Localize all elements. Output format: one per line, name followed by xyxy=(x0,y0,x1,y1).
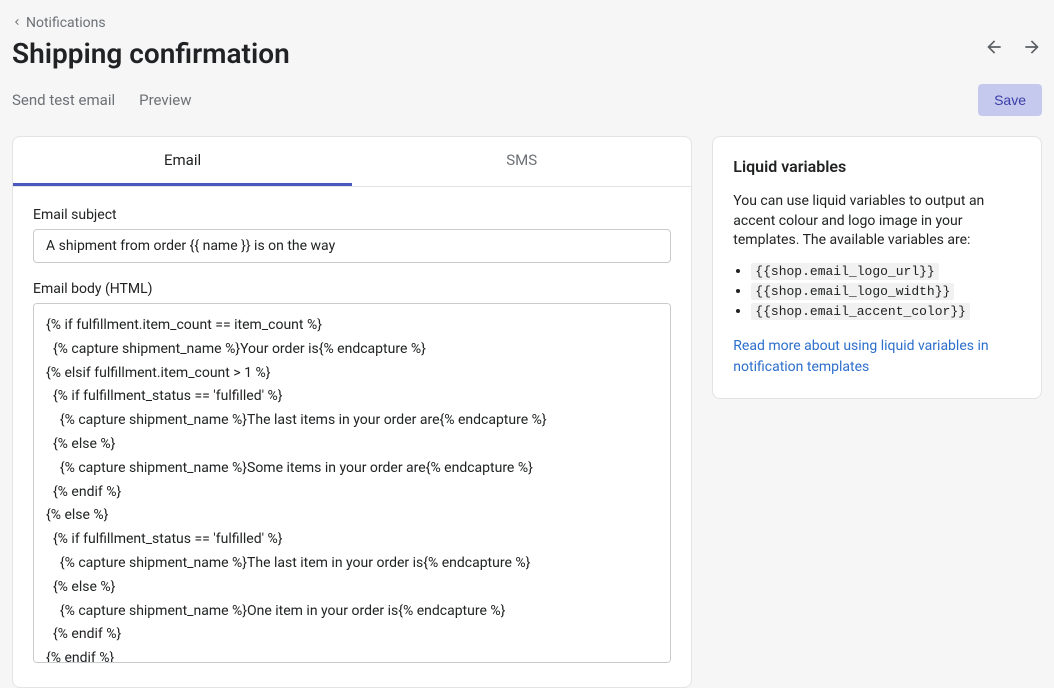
email-body-textarea[interactable] xyxy=(33,303,671,663)
liquid-variable-item: {{shop.email_logo_width}} xyxy=(751,283,1021,299)
page-title: Shipping confirmation xyxy=(12,37,290,70)
template-editor-card: Email SMS Email subject Email body (HTML… xyxy=(12,136,692,688)
preview-button[interactable]: Preview xyxy=(139,91,191,109)
next-arrow-button[interactable] xyxy=(1022,37,1042,61)
email-body-label: Email body (HTML) xyxy=(33,281,671,297)
save-button[interactable]: Save xyxy=(978,84,1042,116)
liquid-variables-title: Liquid variables xyxy=(733,157,1021,176)
liquid-variables-list: {{shop.email_logo_url}} {{shop.email_log… xyxy=(733,263,1021,319)
liquid-variable-item: {{shop.email_accent_color}} xyxy=(751,303,1021,319)
tab-sms[interactable]: SMS xyxy=(352,137,691,186)
email-subject-input[interactable] xyxy=(33,229,671,263)
liquid-variables-card: Liquid variables You can use liquid vari… xyxy=(712,136,1042,399)
breadcrumb[interactable]: Notifications xyxy=(12,15,106,31)
chevron-left-icon xyxy=(12,15,22,31)
prev-arrow-button[interactable] xyxy=(984,37,1004,61)
send-test-email-button[interactable]: Send test email xyxy=(12,91,115,109)
breadcrumb-label: Notifications xyxy=(26,15,106,31)
liquid-variables-learn-more-link[interactable]: Read more about using liquid variables i… xyxy=(733,338,988,376)
tab-email[interactable]: Email xyxy=(13,137,352,186)
email-subject-label: Email subject xyxy=(33,207,671,223)
liquid-variables-desc: You can use liquid variables to output a… xyxy=(733,192,1021,251)
liquid-variable-item: {{shop.email_logo_url}} xyxy=(751,263,1021,279)
